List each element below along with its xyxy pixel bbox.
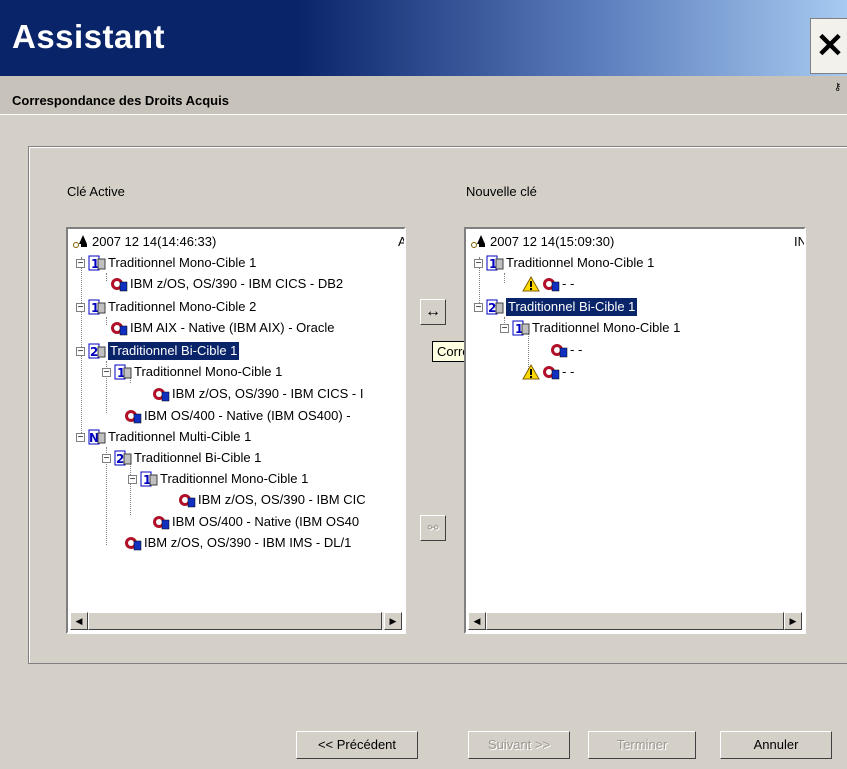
- tree-node[interactable]: − 1 Traditionnel Mono-Cible 1: [474, 254, 654, 272]
- warning-icon: [522, 275, 540, 292]
- package-mono-icon: 1: [88, 255, 106, 271]
- package-mono-icon: 1: [512, 320, 530, 336]
- target-icon: [124, 408, 142, 424]
- package-mono-icon: 1: [88, 299, 106, 315]
- key-icon: [72, 234, 90, 250]
- scroll-right-button[interactable]: ▶: [384, 612, 402, 630]
- active-key-tree[interactable]: 2007 12 14(14:46:33) A − 1 Traditionnel …: [66, 227, 406, 634]
- tree-node[interactable]: − 2 Traditionnel Bi-Cible 1: [102, 449, 261, 467]
- finish-button[interactable]: Terminer: [588, 731, 696, 759]
- tree-leaf[interactable]: IBM z/OS, OS/390 - IBM IMS - DL/1: [124, 534, 351, 552]
- collapse-icon[interactable]: −: [102, 367, 111, 377]
- package-bi-icon: 2: [114, 450, 132, 466]
- window-title: Assistant: [12, 18, 166, 55]
- collapse-icon[interactable]: −: [474, 258, 483, 268]
- tree-leaf[interactable]: IBM z/OS, OS/390 - IBM CICS - DB2: [110, 275, 343, 293]
- tree-node-selected[interactable]: − 2 Traditionnel Bi-Cible 1: [76, 342, 240, 360]
- scroll-thumb[interactable]: [88, 612, 382, 630]
- key-icon: ⚷: [834, 82, 842, 93]
- collapse-icon[interactable]: −: [128, 474, 137, 484]
- tree-leaf[interactable]: - -: [550, 341, 582, 359]
- package-multi-icon: N: [88, 429, 106, 445]
- new-key-label: Nouvelle clé: [466, 184, 537, 199]
- tree-leaf[interactable]: IBM OS/400 - Native (IBM OS400) -: [124, 407, 351, 425]
- package-mono-icon: 1: [486, 255, 504, 271]
- package-mono-icon: 1: [114, 364, 132, 380]
- collapse-icon[interactable]: −: [76, 302, 85, 312]
- map-button[interactable]: ↔: [420, 299, 446, 325]
- tree-node[interactable]: − 1 Traditionnel Mono-Cible 2: [76, 298, 256, 316]
- tree-node[interactable]: − 1 Traditionnel Mono-Cible 1: [102, 363, 282, 381]
- collapse-icon[interactable]: −: [76, 346, 85, 356]
- tree-leaf[interactable]: - -: [522, 363, 574, 381]
- scroll-left-button[interactable]: ◀: [468, 612, 486, 630]
- tree-root[interactable]: 2007 12 14(14:46:33) A: [72, 233, 404, 251]
- target-icon: [550, 342, 568, 358]
- scroll-right-button[interactable]: ▶: [784, 612, 802, 630]
- tree-node-selected[interactable]: − 2 Traditionnel Bi-Cible 1: [474, 298, 638, 316]
- svg-text:2: 2: [90, 345, 98, 359]
- scroll-thumb[interactable]: [486, 612, 784, 630]
- warning-icon: [522, 363, 540, 380]
- unmap-button[interactable]: ⚯: [420, 515, 446, 541]
- horizontal-scrollbar[interactable]: ◀ ▶: [468, 612, 802, 630]
- target-icon: [110, 320, 128, 336]
- target-icon: [110, 276, 128, 292]
- collapse-icon[interactable]: −: [102, 453, 111, 463]
- target-icon: [152, 386, 170, 402]
- collapse-icon[interactable]: −: [76, 258, 85, 268]
- key-icon: [470, 234, 488, 250]
- target-icon: [124, 535, 142, 551]
- previous-button[interactable]: << Précédent: [296, 731, 418, 759]
- target-icon: [152, 514, 170, 530]
- package-bi-icon: 2: [486, 299, 504, 315]
- tree-node[interactable]: − 1 Traditionnel Mono-Cible 1: [128, 470, 308, 488]
- subtitle-bar: Correspondance des Droits Acquis ⚷: [0, 76, 847, 115]
- collapse-icon[interactable]: −: [500, 323, 509, 333]
- target-icon: [542, 276, 560, 292]
- svg-text:2: 2: [116, 452, 124, 466]
- package-mono-icon: 1: [140, 471, 158, 487]
- target-icon: [178, 492, 196, 508]
- active-key-label: Clé Active: [67, 184, 125, 199]
- title-bar: Assistant: [0, 0, 847, 76]
- tree-leaf[interactable]: IBM z/OS, OS/390 - IBM CICS - I: [152, 385, 363, 403]
- tree-node[interactable]: − 1 Traditionnel Mono-Cible 1: [500, 319, 680, 337]
- tree-leaf[interactable]: IBM AIX - Native (IBM AIX) - Oracle: [110, 319, 334, 337]
- next-button[interactable]: Suivant >>: [468, 731, 570, 759]
- scroll-left-button[interactable]: ◀: [70, 612, 88, 630]
- horizontal-scrollbar[interactable]: ◀ ▶: [70, 612, 402, 630]
- cancel-button[interactable]: Annuler: [720, 731, 832, 759]
- new-key-tree[interactable]: 2007 12 14(15:09:30) IN − 1 Traditionnel…: [464, 227, 806, 634]
- page-subtitle: Correspondance des Droits Acquis: [12, 93, 229, 108]
- tree-root[interactable]: 2007 12 14(15:09:30) IN: [470, 233, 804, 251]
- tree-node[interactable]: − N Traditionnel Multi-Cible 1: [76, 428, 251, 446]
- close-button[interactable]: ✕: [810, 18, 847, 74]
- tree-leaf[interactable]: - -: [522, 275, 574, 293]
- svg-text:2: 2: [488, 301, 496, 315]
- tree-node[interactable]: − 1 Traditionnel Mono-Cible 1: [76, 254, 256, 272]
- package-bi-icon: 2: [88, 343, 106, 359]
- tree-leaf[interactable]: IBM z/OS, OS/390 - IBM CIC: [178, 491, 366, 509]
- collapse-icon[interactable]: −: [76, 432, 85, 442]
- collapse-icon[interactable]: −: [474, 302, 483, 312]
- target-icon: [542, 364, 560, 380]
- tree-leaf[interactable]: IBM OS/400 - Native (IBM OS40: [152, 513, 359, 531]
